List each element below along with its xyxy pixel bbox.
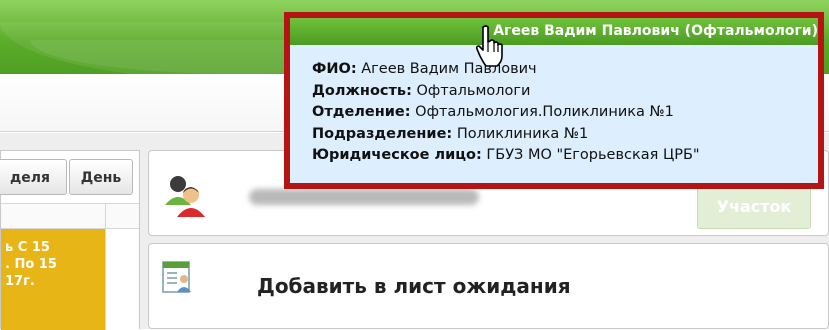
info-row-subdivision: Подразделение: Поликлиника №1 [312,124,818,146]
info-row-fio: ФИО: Агеев Вадим Павлович [312,59,818,81]
tab-day[interactable]: День [69,159,133,195]
doctor-info-tooltip: Агеев Вадим Павлович (Офтальмологи) ФИО:… [284,12,824,189]
info-row-position: Должность: Офтальмологи [312,81,818,103]
slot-line: 17г. [5,274,35,289]
info-value: Агеев Вадим Павлович [361,61,537,77]
calendar-cell[interactable] [105,229,139,330]
info-value: ГБУЗ МО "Егорьевская ЦРБ" [486,147,700,163]
info-label: ФИО: [312,61,357,77]
info-label: Отделение: [312,104,411,120]
district-button[interactable]: Участок [697,185,811,229]
info-row-department: Отделение: Офтальмология.Поликлиника №1 [312,102,818,124]
waitlist-label: Добавить в лист ожидания [257,274,571,298]
info-value: Офтальмология.Поликлиника №1 [415,104,674,120]
waitlist-card[interactable]: Добавить в лист ожидания [148,243,829,329]
divider [105,204,106,228]
info-row-legal-entity: Юридическое лицо: ГБУЗ МО "Егорьевская Ц… [312,145,818,167]
info-label: Юридическое лицо: [312,147,482,163]
waitlist-form-icon [161,260,195,296]
tab-week[interactable]: деля [0,159,67,195]
schedule-slot[interactable]: ь С 15 . По 15 17г. [1,229,105,330]
patients-icon [161,171,209,219]
calendar-panel: деля День ь С 15 . По 15 17г. [0,150,140,330]
slot-line: ь С 15 [5,240,50,255]
doctor-title[interactable]: Агеев Вадим Павлович (Офтальмологи) [290,18,818,45]
info-value: Офтальмологи [416,82,531,99]
doctor-info-body: ФИО: Агеев Вадим Павлович Должность: Офт… [290,45,818,183]
info-label: Подразделение: [312,125,453,142]
info-label: Должность: [312,82,412,99]
hand-cursor-icon [474,24,508,68]
info-value: Поликлиника №1 [456,125,589,142]
calendar-header-row [1,203,139,229]
slot-line: . По 15 [5,257,57,272]
patient-name-blurred [249,189,479,205]
